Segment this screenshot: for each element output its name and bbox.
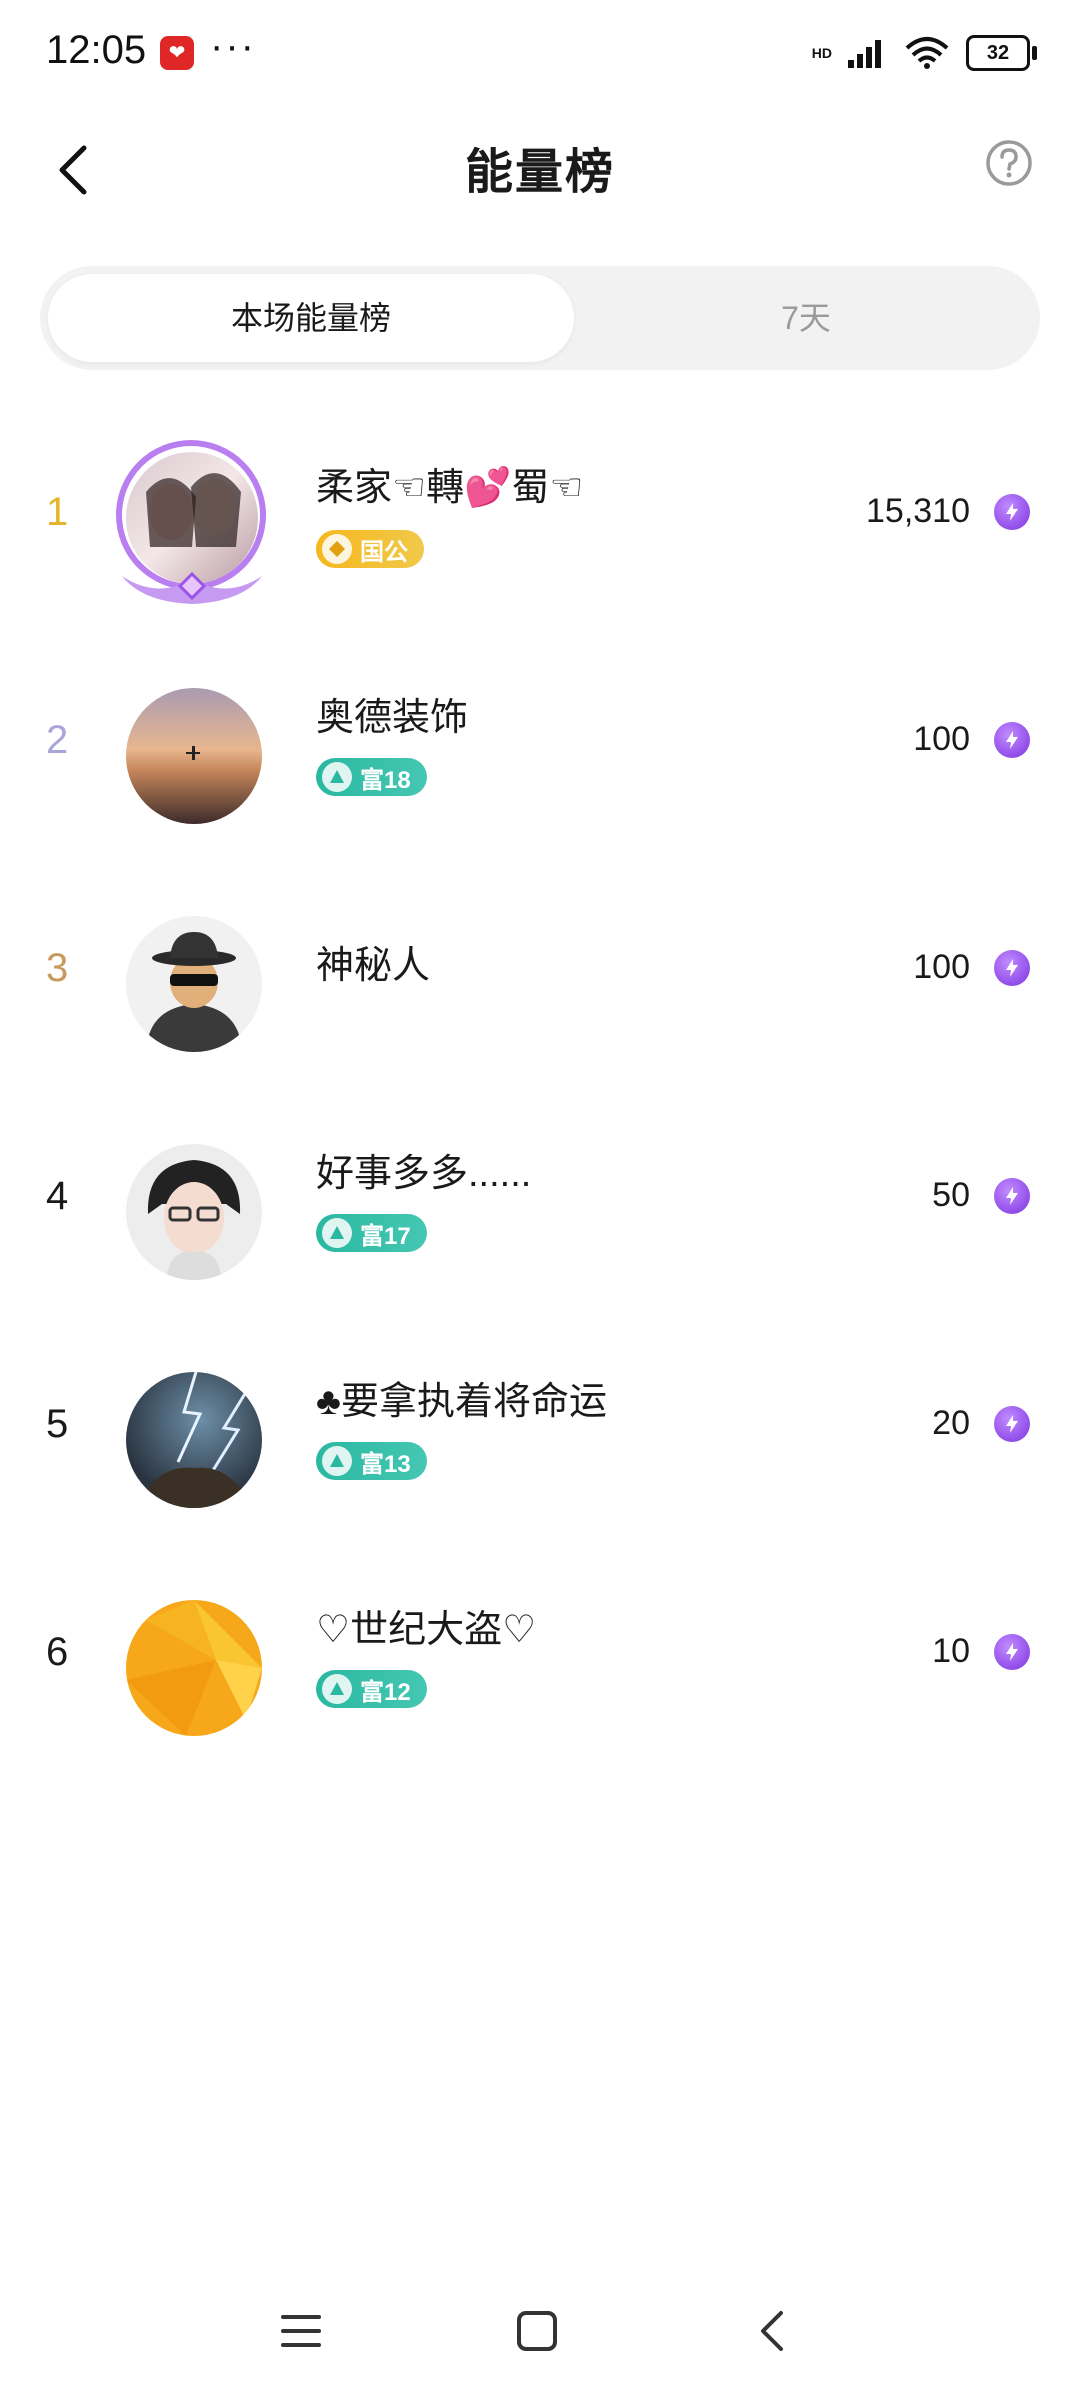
avatar-image (147, 1160, 241, 1280)
rank-number: 3 (46, 946, 69, 990)
energy-icon (994, 1634, 1030, 1670)
wealth-level-badge: 富13 (316, 1442, 427, 1480)
system-navigation-bar (0, 2260, 1080, 2400)
battery-icon: 32 (966, 35, 1037, 71)
level-triangle-icon (322, 1218, 352, 1248)
avatar[interactable] (126, 1600, 262, 1736)
avatar-image (186, 746, 200, 760)
status-time: 12:05 (46, 28, 147, 72)
avatar[interactable] (126, 916, 262, 1052)
network-type-label: HD (811, 45, 832, 61)
level-triangle-icon (322, 1674, 352, 1704)
noble-badge: 国公 (316, 530, 424, 568)
list-item[interactable]: 1 柔家☜轉💕蜀☜ 国公 15,310 (0, 420, 1080, 620)
list-item[interactable]: 4 好事多多...... 富17 50 (0, 1104, 1080, 1304)
avatar[interactable] (126, 1144, 262, 1280)
energy-score: 100 (913, 720, 970, 758)
energy-score: 20 (932, 1404, 970, 1442)
energy-icon (994, 722, 1030, 758)
wealth-level-badge: 富18 (316, 758, 427, 796)
user-name: ♣要拿执着将命运 (316, 1381, 607, 1423)
status-bar: 12:05 ❤ ··· HD 32 (0, 0, 1080, 110)
rank-number: 4 (46, 1174, 69, 1218)
question-mark-icon (986, 140, 1032, 186)
status-icons: HD 32 (811, 30, 1037, 76)
recent-apps-button[interactable] (266, 2296, 336, 2366)
energy-icon (994, 950, 1030, 986)
signal-icon (848, 40, 881, 68)
header: 能量榜 (0, 110, 1080, 230)
list-item[interactable]: 3 神秘人 100 (0, 876, 1080, 1076)
user-name: 神秘人 (316, 945, 431, 987)
energy-icon (994, 494, 1030, 530)
wealth-level-badge: 富17 (316, 1214, 427, 1252)
tab-current-session[interactable]: 本场能量榜 (48, 274, 574, 362)
rank-number: 2 (46, 718, 69, 762)
diamond-icon (322, 534, 352, 564)
wifi-icon (905, 37, 949, 69)
home-square-icon (517, 2311, 557, 2351)
user-name: 柔家☜轉💕蜀☜ (316, 467, 584, 509)
user-name: 好事多多...... (316, 1153, 532, 1195)
user-name: ♡世纪大盗♡ (316, 1609, 537, 1651)
user-name: 奥德装饰 (316, 697, 469, 739)
avatar[interactable] (126, 688, 262, 824)
energy-score: 15,310 (866, 492, 970, 530)
avatar-image (126, 1600, 262, 1736)
help-button[interactable] (984, 138, 1034, 188)
frame-wings-icon (122, 571, 262, 604)
energy-icon (994, 1178, 1030, 1214)
rank-number: 6 (46, 1630, 69, 1674)
rank-number: 1 (46, 490, 69, 534)
energy-score: 10 (932, 1632, 970, 1670)
wealth-level-badge: 富12 (316, 1670, 427, 1708)
energy-icon (994, 1406, 1030, 1442)
avatar[interactable] (126, 1372, 262, 1508)
level-triangle-icon (322, 762, 352, 792)
energy-score: 100 (913, 948, 970, 986)
list-item[interactable]: 2 奥德装饰 富18 100 (0, 648, 1080, 848)
list-item[interactable]: 6 ♡世纪大盗♡ 富12 10 (0, 1560, 1080, 1760)
mystery-person-icon (146, 932, 242, 1052)
home-button[interactable] (502, 2296, 572, 2366)
tab-7-days[interactable]: 7天 (580, 274, 1032, 362)
level-triangle-icon (322, 1446, 352, 1476)
app-notification-icon: ❤ (160, 36, 194, 70)
avatar-image (136, 1372, 252, 1508)
rank-number: 5 (46, 1402, 69, 1446)
system-back-button[interactable] (738, 2296, 808, 2366)
ranking-tabs: 本场能量榜 7天 (40, 266, 1040, 370)
page-title: 能量榜 (464, 146, 615, 199)
list-item[interactable]: 5 ♣要拿执着将命运 富13 20 (0, 1332, 1080, 1532)
back-arrow-icon (761, 2311, 783, 2351)
menu-icon (281, 2315, 321, 2347)
more-notifications-icon: ··· (210, 24, 256, 68)
energy-score: 50 (932, 1176, 970, 1214)
